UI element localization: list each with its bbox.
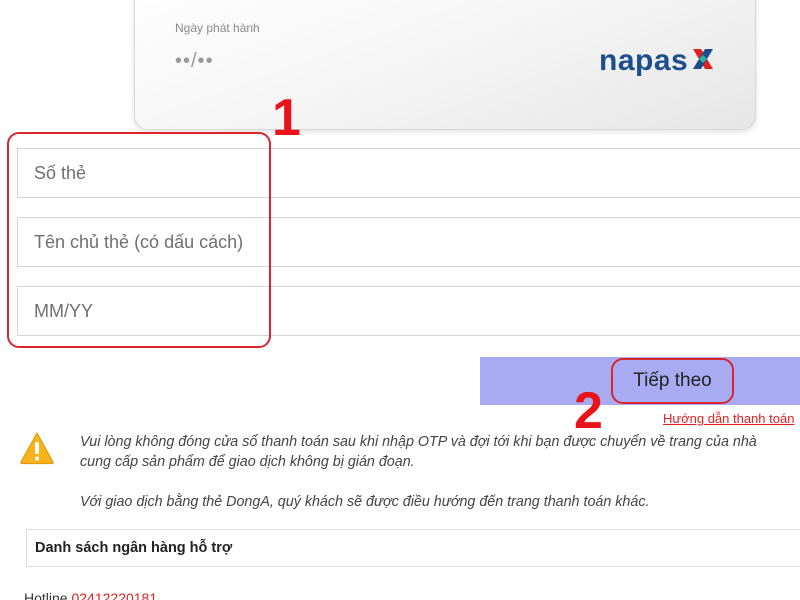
payment-guide-link[interactable]: Hướng dẫn thanh toán bbox=[663, 411, 794, 426]
card-preview: Ngày phát hành ••/•• napas bbox=[134, 0, 756, 130]
continue-button[interactable] bbox=[480, 357, 800, 405]
hotline-label: Hotline bbox=[24, 590, 68, 600]
notice-donga: Với giao dịch bằng thẻ DongA, quý khách … bbox=[80, 494, 650, 510]
hotline-number[interactable]: 02412220181 bbox=[71, 590, 157, 600]
supported-banks-title: Danh sách ngân hàng hỗ trợ bbox=[35, 540, 233, 556]
notice-line-2: cung cấp sản phẩm để giao dịch không bị … bbox=[80, 454, 415, 470]
warning-icon bbox=[20, 432, 54, 465]
payment-page: Ngày phát hành ••/•• napas 1 Tiếp theo 2… bbox=[0, 0, 800, 600]
supported-banks-toggle[interactable]: Danh sách ngân hàng hỗ trợ bbox=[26, 529, 800, 567]
napas-brand-text: napas bbox=[599, 44, 689, 77]
card-number-input[interactable] bbox=[17, 148, 800, 198]
expiry-input[interactable] bbox=[17, 286, 800, 336]
hotline: Hotline 02412220181 bbox=[24, 590, 157, 600]
napas-logo: napas bbox=[599, 44, 716, 78]
card-holder-input[interactable] bbox=[17, 217, 800, 267]
step-2-marker: 2 bbox=[574, 382, 603, 440]
napas-mark-icon bbox=[693, 49, 714, 69]
notice-line-1: Vui lòng không đóng cửa sổ thanh toán sa… bbox=[80, 434, 757, 450]
issue-date-value: ••/•• bbox=[175, 50, 214, 72]
step-1-marker: 1 bbox=[272, 89, 301, 147]
otp-notice: Vui lòng không đóng cửa sổ thanh toán sa… bbox=[80, 432, 800, 512]
issue-date-label: Ngày phát hành bbox=[175, 21, 260, 35]
